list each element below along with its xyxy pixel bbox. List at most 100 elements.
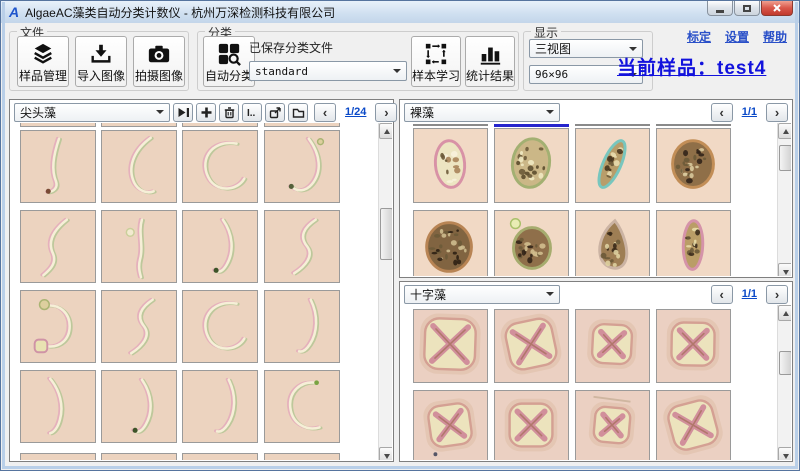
titlebar[interactable]: A AlgaeAC藻类自动分类计数仪 - 杭州万深检测科技有限公司 — [1, 1, 799, 23]
maximize-button[interactable] — [734, 1, 760, 16]
window-title: AlgaeAC藻类自动分类计数仪 - 杭州万深检测科技有限公司 — [25, 4, 335, 21]
algae-thumbnail[interactable] — [656, 128, 731, 203]
prev-page-button[interactable]: ‹ — [314, 103, 336, 122]
thumbnail-grid — [401, 123, 791, 276]
algae-thumbnail[interactable] — [20, 370, 96, 443]
algae-thumbnail[interactable] — [575, 210, 650, 276]
next-page-button[interactable]: › — [375, 103, 397, 122]
algae-thumbnail[interactable] — [575, 390, 650, 460]
chevron-right-icon: › — [775, 105, 779, 120]
algae-thumbnail[interactable] — [656, 390, 731, 460]
algae-thumbnail[interactable] — [264, 210, 340, 283]
algae-thumbnail-partial[interactable] — [264, 123, 340, 127]
algae-thumbnail[interactable] — [264, 453, 340, 460]
scrollbar-thumb[interactable] — [380, 208, 392, 260]
algae-thumbnail[interactable] — [494, 390, 569, 460]
layers-icon — [31, 42, 55, 66]
algae-thumbnail-partial[interactable] — [101, 123, 177, 127]
maximize-icon — [743, 5, 751, 12]
algae-thumbnail[interactable] — [575, 128, 650, 203]
algae-thumbnail[interactable] — [413, 128, 488, 203]
algae-thumbnail-partial[interactable] — [20, 123, 96, 127]
page-indicator[interactable]: 1/24 — [345, 106, 366, 118]
cell-edge-indicator — [656, 124, 731, 126]
export-button[interactable] — [265, 103, 285, 122]
algae-thumbnail[interactable] — [656, 210, 731, 276]
algae-thumbnail[interactable] — [494, 309, 569, 383]
algae-thumbnail[interactable] — [182, 210, 258, 283]
help-link[interactable]: 帮助 — [763, 28, 787, 45]
chevron-down-icon — [546, 292, 554, 296]
next-page-button[interactable]: › — [766, 103, 788, 122]
capture-images-button[interactable]: 拍摄图像 — [133, 36, 185, 87]
scroll-down-arrow[interactable] — [778, 263, 791, 276]
algae-thumbnail[interactable] — [101, 453, 177, 460]
panel-rb-header: 十字藻 ‹ 1/1 › — [401, 283, 791, 305]
settings-link[interactable]: 设置 — [725, 28, 749, 45]
algae-thumbnail[interactable] — [182, 290, 258, 363]
thumbnail-grid — [11, 123, 392, 460]
algae-thumbnail[interactable] — [413, 210, 488, 276]
next-page-button[interactable]: › — [766, 285, 788, 304]
scroll-up-arrow[interactable] — [778, 305, 791, 321]
scrollbar[interactable] — [378, 123, 392, 460]
folder-icon — [292, 106, 305, 119]
minimize-icon — [716, 10, 724, 13]
algae-thumbnail[interactable] — [656, 309, 731, 383]
scroll-down-arrow[interactable] — [778, 447, 791, 460]
species-select[interactable]: 十字藻 — [404, 285, 560, 304]
scrollbar[interactable] — [777, 123, 791, 276]
scroll-up-arrow[interactable] — [778, 123, 791, 139]
algae-thumbnail[interactable] — [413, 390, 488, 460]
algae-thumbnail[interactable] — [182, 453, 258, 460]
algae-thumbnail[interactable] — [20, 210, 96, 283]
play-next-button[interactable] — [173, 103, 193, 122]
scrollbar[interactable] — [777, 305, 791, 460]
rename-icon: I.. — [246, 106, 259, 119]
species-select[interactable]: 尖头藻 — [14, 103, 170, 122]
algae-thumbnail[interactable] — [20, 290, 96, 363]
stats-result-button[interactable]: 统计结果 — [465, 36, 515, 87]
algae-thumbnail[interactable] — [264, 290, 340, 363]
chevron-down-icon — [629, 47, 637, 51]
scrollbar-thumb[interactable] — [779, 145, 791, 171]
algae-thumbnail[interactable] — [413, 309, 488, 383]
grid-magnifier-icon — [217, 42, 241, 66]
delete-button[interactable] — [219, 103, 239, 122]
algae-thumbnail[interactable] — [20, 130, 96, 203]
calibrate-link[interactable]: 标定 — [687, 28, 711, 45]
algae-thumbnail[interactable] — [101, 290, 177, 363]
rename-button[interactable]: I.. — [242, 103, 262, 122]
auto-classify-button[interactable]: 自动分类 — [203, 36, 255, 87]
add-button[interactable] — [196, 103, 216, 122]
algae-thumbnail[interactable] — [264, 370, 340, 443]
algae-thumbnail[interactable] — [494, 128, 569, 203]
import-images-button[interactable]: 导入图像 — [75, 36, 127, 87]
scroll-down-arrow[interactable] — [379, 447, 392, 460]
page-indicator[interactable]: 1/1 — [742, 288, 757, 300]
minimize-button[interactable] — [707, 1, 733, 16]
algae-thumbnail[interactable] — [264, 130, 340, 203]
save-folder-button[interactable] — [288, 103, 308, 122]
algae-thumbnail-partial[interactable] — [182, 123, 258, 127]
prev-page-button[interactable]: ‹ — [711, 103, 733, 122]
algae-thumbnail[interactable] — [182, 130, 258, 203]
saved-file-select[interactable]: standard — [249, 61, 407, 81]
scrollbar-thumb[interactable] — [779, 351, 791, 375]
algae-thumbnail[interactable] — [494, 210, 569, 276]
close-button[interactable] — [761, 1, 793, 16]
species-select[interactable]: 裸藻 — [404, 103, 560, 122]
selected-cell-indicator — [494, 124, 569, 127]
algae-thumbnail[interactable] — [101, 370, 177, 443]
page-indicator[interactable]: 1/1 — [742, 106, 757, 118]
scroll-up-arrow[interactable] — [379, 123, 392, 139]
algae-thumbnail[interactable] — [101, 210, 177, 283]
algae-thumbnail[interactable] — [575, 309, 650, 383]
algae-thumbnail[interactable] — [101, 130, 177, 203]
prev-page-button[interactable]: ‹ — [711, 285, 733, 304]
algae-thumbnail[interactable] — [182, 370, 258, 443]
algae-thumbnail[interactable] — [20, 453, 96, 460]
current-sample-label[interactable]: 当前样品：test4 — [617, 53, 766, 80]
sample-learn-button[interactable]: 样本学习 — [411, 36, 461, 87]
sample-manage-button[interactable]: 样品管理 — [17, 36, 69, 87]
